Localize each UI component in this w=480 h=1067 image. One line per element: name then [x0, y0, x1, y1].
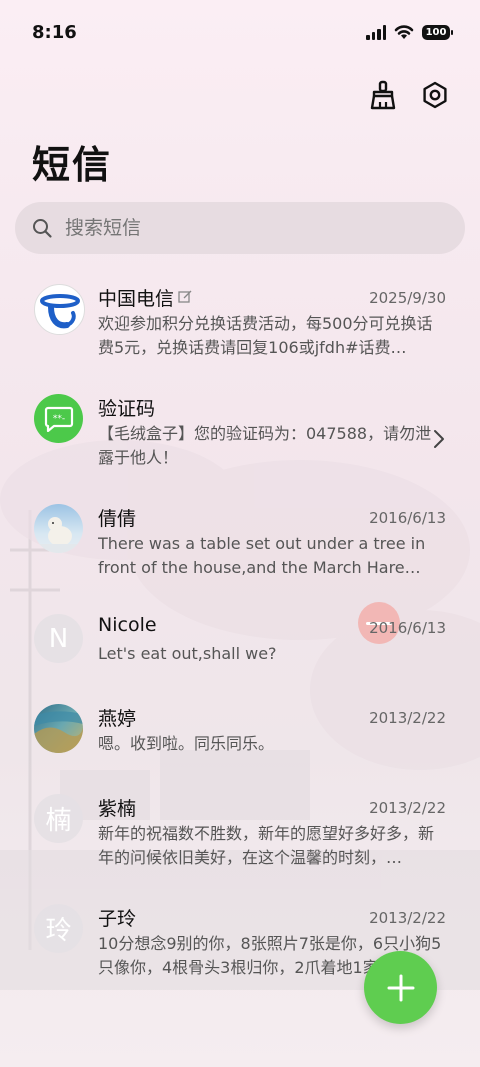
header-actions	[366, 78, 452, 112]
message-preview: There was a table set out under a tree i…	[98, 534, 426, 577]
message-preview: 嗯。收到啦。同乐同乐。	[98, 734, 275, 753]
battery-icon: 100	[422, 24, 453, 40]
status-time: 8:16	[32, 22, 77, 43]
china-telecom-logo-icon	[39, 293, 80, 328]
new-message-button[interactable]	[364, 951, 437, 1024]
conversation-row-verification-code[interactable]: **- 验证码 【毛绒盒子】您的验证码为：047588，请勿泄露于他人！	[0, 380, 480, 490]
message-date: 2013/2/22	[369, 799, 446, 817]
search-icon	[33, 219, 52, 238]
plus-icon	[387, 974, 414, 1001]
contact-avatar: 玲	[34, 904, 83, 953]
svg-text:**-: **-	[52, 414, 64, 424]
message-preview: 欢迎参加积分兑换话费活动，每500分可兑换话费5元，兑换话费请回复106或jfd…	[98, 314, 433, 357]
status-bar: 8:16 100	[0, 0, 480, 68]
contact-avatar	[34, 704, 83, 753]
message-date: 2013/2/22	[369, 709, 446, 727]
folder-name: 验证码	[98, 398, 156, 420]
contact-avatar: 楠	[34, 794, 83, 843]
message-preview: 新年的祝福数不胜数，新年的愿望好多好多，新年的问候依旧美好，在这个温馨的时刻，…	[98, 824, 435, 867]
message-preview: 【毛绒盒子】您的验证码为：047588，请勿泄露于他人！	[98, 424, 432, 467]
landscape-photo-icon	[34, 711, 83, 753]
message-preview: Let's eat out,shall we?	[98, 644, 277, 663]
contact-name: 子玲	[98, 908, 137, 930]
polar-bear-photo-icon	[34, 517, 83, 553]
message-date: 2013/2/22	[369, 909, 446, 927]
edit-draft-icon	[178, 290, 192, 303]
message-bubble-icon: **-	[44, 406, 73, 432]
wifi-icon	[394, 25, 414, 39]
message-date: 2016/6/13	[369, 619, 446, 637]
conversation-row-zinan[interactable]: 楠 紫楠 2013/2/22 新年的祝福数不胜数，新年的愿望好多好多，新年的问候…	[0, 780, 480, 890]
search-bar[interactable]	[15, 202, 465, 254]
china-telecom-avatar	[34, 284, 85, 335]
chevron-right-icon	[434, 430, 444, 448]
contact-name: 燕婷	[98, 708, 137, 730]
verification-folder-avatar: **-	[34, 394, 83, 443]
page-title: 短信	[32, 143, 113, 187]
settings-button[interactable]	[418, 78, 452, 112]
clean-broom-button[interactable]	[366, 78, 400, 112]
contact-name: Nicole	[98, 614, 157, 636]
conversation-row-qianqian[interactable]: 倩倩 2016/6/13 There was a table set out u…	[0, 490, 480, 600]
contact-name: 紫楠	[98, 798, 137, 820]
message-date: 2025/9/30	[369, 289, 446, 307]
contact-avatar	[34, 504, 83, 553]
conversation-row-china-telecom[interactable]: 中国电信 2025/9/30 欢迎参加积分兑换话费活动，每500分可兑换话费5元…	[0, 270, 480, 380]
contact-name: 倩倩	[98, 508, 137, 530]
status-icons: 100	[366, 24, 453, 40]
broom-icon	[370, 80, 396, 110]
gear-icon	[423, 81, 447, 109]
contact-avatar: N	[34, 614, 83, 663]
message-date: 2016/6/13	[369, 509, 446, 527]
contact-name: 中国电信	[98, 284, 192, 311]
cellular-signal-icon	[366, 24, 386, 40]
search-input[interactable]	[63, 216, 427, 240]
